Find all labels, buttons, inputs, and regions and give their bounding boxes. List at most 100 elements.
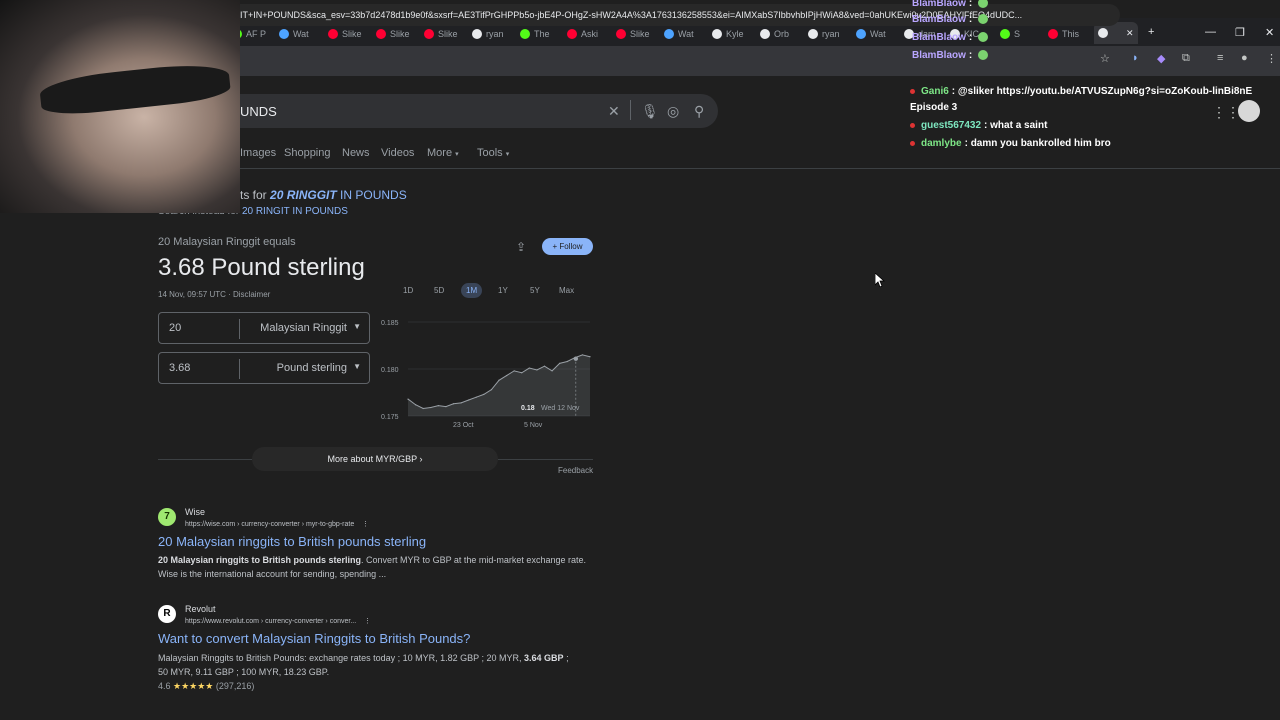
browser-tab[interactable]: Slike [376, 26, 410, 42]
web-icon [664, 29, 674, 39]
browser-tab[interactable]: Aski [567, 26, 598, 42]
from-amount[interactable]: 20 [169, 322, 181, 334]
browser-tab[interactable]: The [520, 26, 550, 42]
chart-point [589, 356, 591, 358]
result-site[interactable]: Wise [185, 507, 205, 517]
follow-button[interactable]: + Follow [542, 238, 593, 255]
review-count: (297,216) [215, 681, 255, 691]
browser-tab[interactable]: Wat [279, 26, 309, 42]
chart-point [460, 402, 462, 404]
browser-tab[interactable]: This [1048, 26, 1079, 42]
shield-extension-icon[interactable]: ◆ [1157, 52, 1165, 65]
badge-dot-icon [910, 122, 915, 128]
result-site[interactable]: Revolut [185, 604, 216, 614]
browser-tab[interactable]: Wat [664, 26, 694, 42]
search-divider [630, 100, 631, 120]
browser-tab[interactable]: ryan [808, 26, 840, 42]
from-currency-select[interactable]: Malaysian Ringgit [260, 322, 347, 334]
chart-point [528, 367, 530, 369]
browser-tab[interactable]: Slike [328, 26, 362, 42]
puzzle-icon[interactable]: ⧉ [1182, 52, 1190, 65]
tab-label: ryan [822, 29, 840, 39]
range-1y[interactable]: 1Y [498, 286, 508, 295]
url-text: IT+IN+POUNDS&sca_esv=33b7d2478d1b9e0f&sx… [240, 10, 1023, 20]
tab-close-icon[interactable]: ✕ [1126, 28, 1134, 39]
snippet-bold: 3.64 GBP [524, 653, 564, 663]
result-url[interactable]: https://wise.com › currency-converter › … [185, 520, 369, 528]
chart-point [566, 360, 568, 363]
share-icon[interactable]: ⇪ [516, 240, 526, 254]
result-title[interactable]: Want to convert Malaysian Ringgits to Br… [158, 631, 470, 646]
browser-tab[interactable]: ryan [472, 26, 504, 42]
more-options-icon[interactable]: ⋮ [362, 521, 369, 528]
browser-tab[interactable]: Kyle [712, 26, 744, 42]
search-icon[interactable]: ⚲ [694, 103, 704, 120]
range-max[interactable]: Max [559, 286, 574, 295]
tab-videos[interactable]: Videos [381, 147, 414, 159]
chat-message: BlamBlaow: [912, 14, 989, 25]
chart-point [437, 405, 439, 407]
close-window-icon[interactable]: ✕ [1265, 26, 1274, 39]
avatar[interactable] [1238, 100, 1260, 122]
clear-search-icon[interactable]: ✕ [608, 103, 620, 120]
result-url[interactable]: https://www.revolut.com › currency-conve… [185, 617, 371, 625]
profile-icon[interactable]: ● [1241, 52, 1248, 64]
menu-dots-icon[interactable]: ⋮ [1266, 52, 1277, 65]
showing-prefix: ts for [240, 188, 271, 202]
minimize-icon[interactable]: — [1205, 26, 1216, 38]
result-snippet: 20 Malaysian ringgits to British pounds … [158, 553, 598, 581]
star-rating-icon: ★★★★★ [173, 681, 214, 691]
youtube-icon [616, 29, 626, 39]
range-5y[interactable]: 5Y [530, 286, 540, 295]
from-currency-field[interactable]: 20 Malaysian Ringgit ▼ [158, 312, 370, 344]
more-about-button[interactable]: More about MYR/GBP › [252, 447, 498, 471]
browser-tab[interactable]: Slike [424, 26, 458, 42]
media-icon[interactable]: ≡ [1217, 52, 1223, 64]
browser-tab[interactable]: S [1000, 26, 1020, 42]
more-options-icon[interactable]: ⋮ [364, 618, 371, 625]
range-5d[interactable]: 5D [434, 286, 444, 295]
microphone-icon[interactable]: 🎙 [641, 103, 659, 120]
to-currency-select[interactable]: Pound sterling [277, 362, 347, 374]
result-title[interactable]: 20 Malaysian ringgits to British pounds … [158, 534, 426, 549]
chat-text: damn you bankrolled him bro [970, 138, 1111, 149]
to-amount[interactable]: 3.68 [169, 362, 190, 374]
corrected-query-link[interactable]: 20 RINGGIT [270, 188, 337, 202]
chat-message: Episode 3 [910, 102, 957, 113]
tab-news[interactable]: News [342, 147, 370, 159]
chart-point [483, 393, 485, 395]
chat-text: what a saint [990, 120, 1048, 131]
tooltip-date: Wed 12 Nov [541, 405, 580, 412]
browser-tab[interactable]: Slike [616, 26, 650, 42]
search-instead-link[interactable]: 20 RINGIT IN POUNDS [242, 206, 348, 217]
y-tick-label: 0.185 [381, 320, 399, 327]
new-tab-button[interactable]: + [1148, 26, 1154, 38]
kick-icon [520, 29, 530, 39]
apps-grid-icon[interactable]: ⋮⋮ [1212, 104, 1240, 121]
tab-more[interactable]: More ▾ [427, 147, 459, 159]
disclaimer-link[interactable]: Disclaimer [233, 290, 270, 299]
rating-value: 4.6 [158, 681, 171, 691]
tab-shopping[interactable]: Shopping [284, 147, 331, 159]
chat-message: damlybe: damn you bankrolled him bro [910, 138, 1111, 149]
corrected-query-suffix[interactable]: IN POUNDS [337, 188, 407, 202]
chat-username: damlybe [921, 138, 962, 149]
lens-camera-icon[interactable]: ◎ [667, 103, 679, 120]
to-currency-field[interactable]: 3.68 Pound sterling ▼ [158, 352, 370, 384]
chat-colon: : [968, 0, 976, 9]
exchange-rate-chart[interactable]: 0.185 0.180 0.175 0.18 Wed 12 Nov 23 Oct 5 Nov [378, 312, 598, 432]
tab-tools[interactable]: Tools ▾ [477, 147, 509, 159]
extension-icon[interactable]: ◗ [1132, 52, 1139, 64]
range-1d[interactable]: 1D [403, 286, 413, 295]
tab-images[interactable]: Images [240, 147, 276, 159]
range-1m[interactable]: 1M [461, 283, 483, 298]
chart-point [422, 407, 424, 410]
maximize-icon[interactable]: ❐ [1235, 26, 1245, 39]
dropdown-arrow-icon: ▼ [353, 362, 361, 371]
bookmark-star-icon[interactable]: ☆ [1100, 52, 1110, 65]
chevron-down-icon: ▾ [455, 151, 459, 158]
feedback-link[interactable]: Feedback [558, 466, 593, 475]
browser-tab[interactable]: Wat [856, 26, 886, 42]
browser-tab[interactable]: Orb [760, 26, 789, 42]
tab-label: ryan [486, 29, 504, 39]
